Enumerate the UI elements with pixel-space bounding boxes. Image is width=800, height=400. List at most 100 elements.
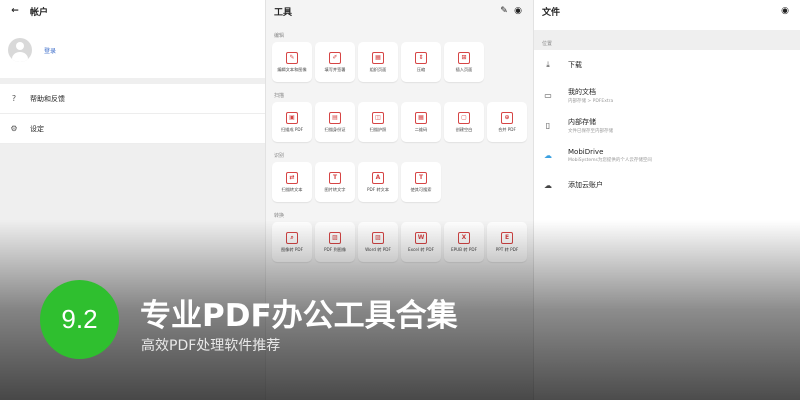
account-empty-area: [0, 144, 265, 400]
tool-button[interactable]: ⊕ 合并 PDF: [487, 102, 527, 142]
tool-icon: ▦: [415, 111, 427, 124]
tool-button[interactable]: ▢ 创建空白: [444, 102, 484, 142]
tool-label: 填写并签署: [324, 66, 346, 72]
tool-label: PDF 到图像: [323, 246, 347, 252]
back-arrow-icon[interactable]: ←: [8, 4, 22, 18]
tool-button[interactable]: ✐ 填写并签署: [315, 42, 355, 82]
file-item-texts: 添加云账户: [568, 180, 603, 190]
file-location-item[interactable]: ☁ 添加云账户: [534, 170, 800, 200]
file-location-item[interactable]: ▭ 我的文档 内部存储 > PDFExtra: [534, 80, 800, 110]
phone-icon: ▯: [545, 120, 551, 130]
tool-icon: W: [415, 231, 427, 244]
tool-button[interactable]: ⇄ 扫描转文本: [272, 162, 312, 202]
tool-icon: T: [329, 171, 341, 184]
tool-button[interactable]: ⊞ 插入页面: [444, 42, 484, 82]
tool-button[interactable]: ▦ 组织页面: [358, 42, 398, 82]
tool-button[interactable]: ◫ 扫描护照: [358, 102, 398, 142]
pin-icon[interactable]: ✎: [497, 4, 511, 18]
file-item-subtitle: 内部存储 > PDFExtra: [568, 98, 614, 104]
file-item-texts: 下载: [568, 60, 582, 70]
account-card[interactable]: 登录: [0, 22, 265, 84]
tool-icon: E: [501, 231, 513, 244]
tool-label: 压缩: [416, 66, 426, 72]
file-item-texts: 内部存储 文件已保存至内部存储: [568, 117, 613, 134]
tool-label: 扫描成 PDF: [280, 126, 304, 132]
file-location-item[interactable]: ☁ MobiDrive MobiSystems为您提供的个人云存储空间: [534, 140, 800, 170]
tool-label: 扫描护照: [369, 126, 387, 132]
tool-label: EPUB 转 PDF: [450, 246, 478, 252]
tool-grid: ✎ 编辑文本和图像 ✐ 填写并签署 ▦ 组织页面 ⇕ 压缩 ⊞ 插入页面: [266, 42, 533, 82]
tool-label: 编辑文本和图像: [277, 66, 307, 72]
account-icon[interactable]: ◉: [511, 4, 525, 18]
tool-button[interactable]: T 使其可搜索: [401, 162, 441, 202]
tool-label: Excel 转 PDF: [407, 246, 435, 252]
tool-label: 使其可搜索: [410, 186, 432, 192]
tools-topbar: 工具 ✎ ◉: [266, 0, 533, 22]
files-section-label: 位置: [534, 30, 800, 50]
account-icon[interactable]: ◉: [778, 4, 792, 18]
tool-icon: ⌕: [286, 231, 298, 244]
download-icon: ⤓: [546, 60, 550, 69]
tool-grid: ▣ 扫描成 PDF ▤ 扫描身份证 ◫ 扫描护照 ▦ 二维码 ▢ 创建空白 ⊕ 合并 PDF: [266, 102, 533, 142]
tool-button[interactable]: ▨ PDF 到图像: [315, 222, 355, 262]
tool-label: PDF 转文本: [366, 186, 390, 192]
tool-button[interactable]: ▣ 扫描成 PDF: [272, 102, 312, 142]
tool-icon: X: [458, 231, 470, 244]
login-link[interactable]: 登录: [44, 46, 56, 55]
tools-title: 工具: [274, 7, 293, 18]
menu-item-label: 帮助和反馈: [30, 94, 65, 103]
tool-button[interactable]: ▨ Word 转 PDF: [358, 222, 398, 262]
file-item-subtitle: MobiSystems为您提供的个人云存储空间: [568, 157, 652, 163]
score-badge: 9.2: [40, 280, 119, 359]
file-item-title: MobiDrive: [568, 147, 604, 156]
tool-button[interactable]: ⇕ 压缩: [401, 42, 441, 82]
tool-icon: ⇄: [286, 171, 298, 184]
tool-button[interactable]: ▦ 二维码: [401, 102, 441, 142]
tools-section-label: 转换: [274, 213, 285, 219]
tool-label: 合并 PDF: [498, 126, 516, 132]
tool-button[interactable]: X EPUB 转 PDF: [444, 222, 484, 262]
account-title: 帐户: [30, 7, 49, 18]
tool-label: 图像转 PDF: [280, 246, 304, 252]
tool-button[interactable]: T 图片转文字: [315, 162, 355, 202]
account-topbar: ← 帐户: [0, 0, 265, 22]
cloud-icon: ☁: [544, 150, 552, 160]
tool-icon: ▤: [329, 111, 341, 124]
tool-button[interactable]: A PDF 转文本: [358, 162, 398, 202]
file-item-title: 我的文档: [568, 87, 596, 96]
tool-icon: ⊕: [501, 111, 513, 124]
files-title: 文件: [542, 7, 561, 18]
tool-label: 二维码: [414, 126, 428, 132]
tool-label: 插入页面: [455, 66, 473, 72]
tool-icon: ▢: [458, 111, 470, 124]
tool-label: 创建空白: [455, 126, 473, 132]
help-icon: ?: [11, 94, 17, 103]
menu-item-label: 设定: [30, 124, 44, 133]
file-item-title: 下载: [568, 61, 582, 69]
menu-item-help[interactable]: ? 帮助和反馈: [0, 84, 265, 114]
tool-button[interactable]: ✎ 编辑文本和图像: [272, 42, 312, 82]
tool-icon: ◫: [372, 111, 384, 124]
tool-icon: ▨: [329, 231, 341, 244]
tools-pane: 工具 ✎ ◉ 编辑 ✎ 编辑文本和图像 ✐ 填写并签署 ▦ 组织页面 ⇕ 压缩 ⊞ 插入页面 扫描 ▣ 扫…: [266, 0, 534, 400]
file-location-item[interactable]: ⤓ 下载: [534, 50, 800, 80]
file-item-title: 添加云账户: [568, 181, 603, 189]
tool-icon: ▨: [372, 231, 384, 244]
tool-button[interactable]: ▤ 扫描身份证: [315, 102, 355, 142]
tool-label: 扫描转文本: [281, 186, 303, 192]
tool-button[interactable]: W Excel 转 PDF: [401, 222, 441, 262]
tool-grid: ⇄ 扫描转文本 T 图片转文字 A PDF 转文本 T 使其可搜索: [266, 162, 533, 202]
files-topbar: 文件 ◉: [534, 0, 800, 22]
tools-section-label: 识别: [274, 153, 285, 159]
tools-section-label: 扫描: [274, 93, 285, 99]
tool-icon: ✐: [329, 51, 341, 64]
tools-section-label: 编辑: [274, 33, 285, 39]
tool-icon: T: [415, 171, 427, 184]
file-location-item[interactable]: ▯ 内部存储 文件已保存至内部存储: [534, 110, 800, 140]
tool-button[interactable]: ⌕ 图像转 PDF: [272, 222, 312, 262]
tool-button[interactable]: E PPT 转 PDF: [487, 222, 527, 262]
cloud-add-icon: ☁: [544, 180, 552, 190]
menu-item-settings[interactable]: ⚙ 设定: [0, 114, 265, 144]
gear-icon: ⚙: [10, 124, 18, 133]
tool-grid: ⌕ 图像转 PDF ▨ PDF 到图像 ▨ Word 转 PDF W Excel 转 PDF X…: [266, 222, 533, 262]
